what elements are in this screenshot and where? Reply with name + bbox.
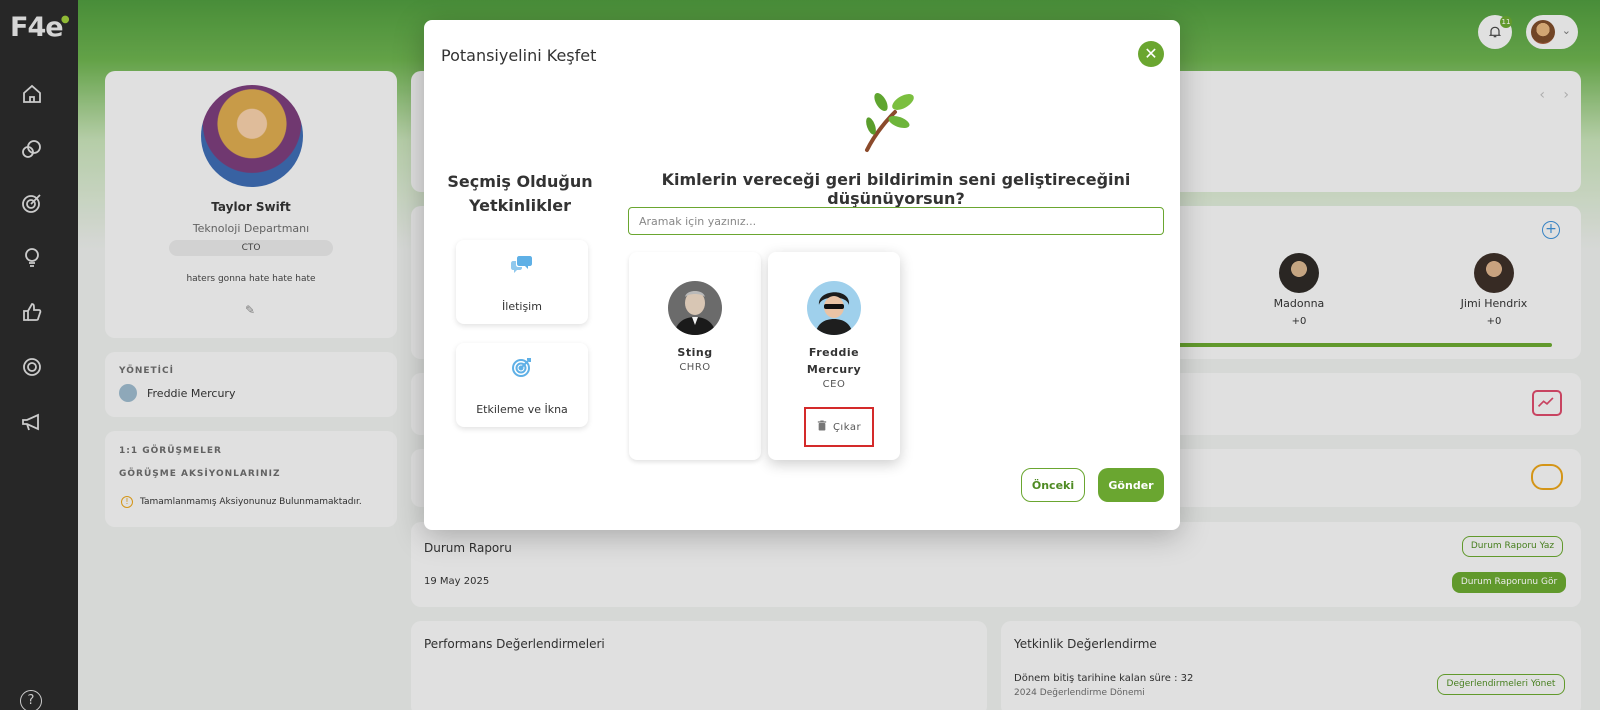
leaf-branch-icon: [859, 90, 919, 154]
competency-card[interactable]: İletişim: [456, 240, 588, 324]
send-button[interactable]: Gönder: [1098, 468, 1164, 502]
person-avatar: [807, 281, 861, 335]
person-avatar: [668, 281, 722, 335]
remove-button[interactable]: Çıkar: [804, 407, 874, 447]
selected-competencies-title: Seçmiş Olduğun Yetkinlikler: [447, 172, 593, 215]
speech-bubbles-icon: [510, 252, 534, 276]
remove-label: Çıkar: [832, 421, 862, 433]
previous-button[interactable]: Önceki: [1021, 468, 1085, 502]
target-arrow-icon: [510, 355, 534, 379]
person-role: CEO: [822, 379, 846, 390]
person-role: CHRO: [679, 362, 711, 373]
competency-card[interactable]: Etkileme ve İkna: [456, 343, 588, 427]
trash-icon: [817, 420, 827, 434]
person-name: Freddie Mercury: [806, 346, 862, 376]
competency-label: İletişim: [502, 300, 542, 313]
discover-potential-modal: Potansiyelini Keşfet ✕ Seçmiş Olduğun Ye…: [424, 20, 1180, 530]
close-icon: ✕: [1144, 44, 1158, 63]
person-card[interactable]: Sting CHRO: [629, 252, 761, 460]
person-name: Sting: [677, 346, 713, 359]
search-input[interactable]: [628, 207, 1164, 235]
close-button[interactable]: ✕: [1138, 41, 1164, 67]
modal-title: Potansiyelini Keşfet: [441, 46, 597, 65]
feedback-question: Kimlerin vereceği geri bildirimin seni g…: [661, 170, 1131, 208]
competency-label: Etkileme ve İkna: [476, 403, 568, 416]
